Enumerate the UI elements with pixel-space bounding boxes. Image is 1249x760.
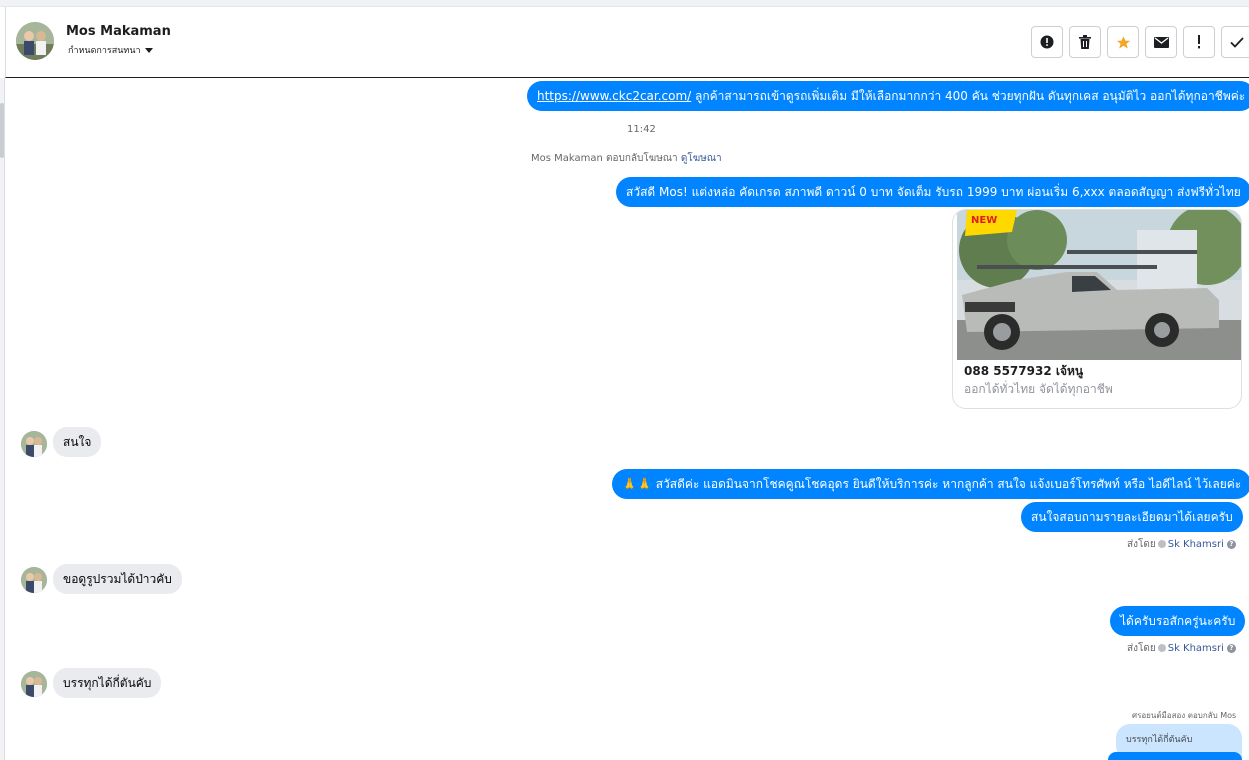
mark-done-button[interactable] [1221, 26, 1249, 58]
trash-icon [1079, 35, 1091, 49]
ad-image: NEW [957, 210, 1241, 360]
sender-status-icon [1157, 540, 1166, 548]
envelope-icon [1153, 36, 1169, 48]
conversation-toolbar [1031, 26, 1249, 58]
message-timestamp: 11:42 [627, 124, 656, 135]
conversation-settings-label: กำหนดการสนทนา [68, 46, 141, 56]
conversation-settings-dropdown[interactable]: กำหนดการสนทนา [68, 43, 153, 57]
ad-card[interactable]: NEW 088 5577932 เจ้หนู ออกได้ทั่วไทย จัด… [952, 209, 1242, 409]
sent-by-label: ส่งโดย Sk Khamsri? [1127, 537, 1236, 552]
delete-button[interactable] [1069, 26, 1101, 58]
alert-circle-icon [1040, 35, 1054, 49]
message-text: ลูกค้าสามารถเข้าดูรถเพิ่มเติม มีให้เลือก… [691, 89, 1246, 103]
sender-name[interactable]: Sk Khamsri [1168, 643, 1224, 654]
check-icon [1230, 36, 1244, 48]
ad-card-title: 088 5577932 เจ้หนู [964, 364, 1084, 378]
view-ad-link[interactable]: ดูโฆษณา [681, 153, 722, 164]
ad-card-subtitle: ออกได้ทั่วไทย จัดได้ทุกอาชีพ [964, 382, 1113, 396]
outgoing-message[interactable]: สวัสดี Mos! แต่งหล่อ คัดเกรด สภาพดี ดาวน… [616, 177, 1249, 207]
help-icon[interactable]: ? [1226, 539, 1236, 549]
outgoing-message[interactable]: สนใจสอบถามรายละเอียดมาได้เลยครับ [1021, 502, 1243, 532]
sent-by-prefix: ส่งโดย [1127, 643, 1156, 654]
left-panel-edge [0, 78, 5, 760]
mark-spam-button[interactable] [1031, 26, 1063, 58]
contact-avatar[interactable] [21, 431, 47, 457]
outgoing-message[interactable]: https://www.ckc2car.com/ ลูกค้าสามารถเข้… [527, 81, 1249, 111]
star-icon [1116, 35, 1130, 48]
quoted-reply-text: บรรทุกได้กี่ตันคับ [1126, 735, 1193, 745]
ad-reply-notice: Mos Makaman ตอบกลับโฆษณา ดูโฆษณา [531, 151, 722, 166]
contact-avatar[interactable] [21, 671, 47, 697]
help-icon[interactable]: ? [1226, 643, 1236, 653]
outgoing-message-partial[interactable] [1108, 752, 1242, 760]
ad-image-badge: NEW [971, 215, 997, 226]
conversation-header: Mos Makaman กำหนดการสนทนา [5, 7, 1249, 78]
incoming-message[interactable]: ขอดูรูปรวมได้ป่าวคับ [53, 564, 182, 594]
reply-header: ศรอยนต์มือสอง ตอบกลับ Mos [1132, 711, 1237, 720]
sender-status-icon [1157, 644, 1166, 652]
follow-up-button[interactable] [1183, 26, 1215, 58]
sender-name[interactable]: Sk Khamsri [1168, 539, 1224, 550]
incoming-message[interactable]: บรรทุกได้กี่ตันคับ [53, 668, 162, 698]
incoming-message[interactable]: สนใจ [53, 427, 102, 457]
caret-down-icon [144, 47, 153, 53]
sent-by-label: ส่งโดย Sk Khamsri? [1127, 641, 1236, 656]
message-link[interactable]: https://www.ckc2car.com/ [537, 89, 691, 103]
sent-by-prefix: ส่งโดย [1127, 539, 1156, 550]
contact-avatar[interactable] [16, 22, 54, 60]
contact-name[interactable]: Mos Makaman [66, 24, 171, 39]
mark-unread-button[interactable] [1145, 26, 1177, 58]
scrollbar-thumb[interactable] [0, 103, 4, 158]
contact-avatar[interactable] [21, 567, 47, 593]
outgoing-message[interactable]: ได้ครับรอสักครู่นะครับ [1110, 606, 1246, 636]
exclamation-icon [1198, 35, 1200, 49]
top-strip [0, 0, 1249, 7]
outgoing-message[interactable]: 🙏🙏 สวัสดีค่ะ แอดมินจากโชคคูณโชคอุดร ยินด… [612, 469, 1249, 499]
star-button[interactable] [1107, 26, 1139, 58]
ad-reply-prefix: Mos Makaman ตอบกลับโฆษณา [531, 153, 678, 164]
